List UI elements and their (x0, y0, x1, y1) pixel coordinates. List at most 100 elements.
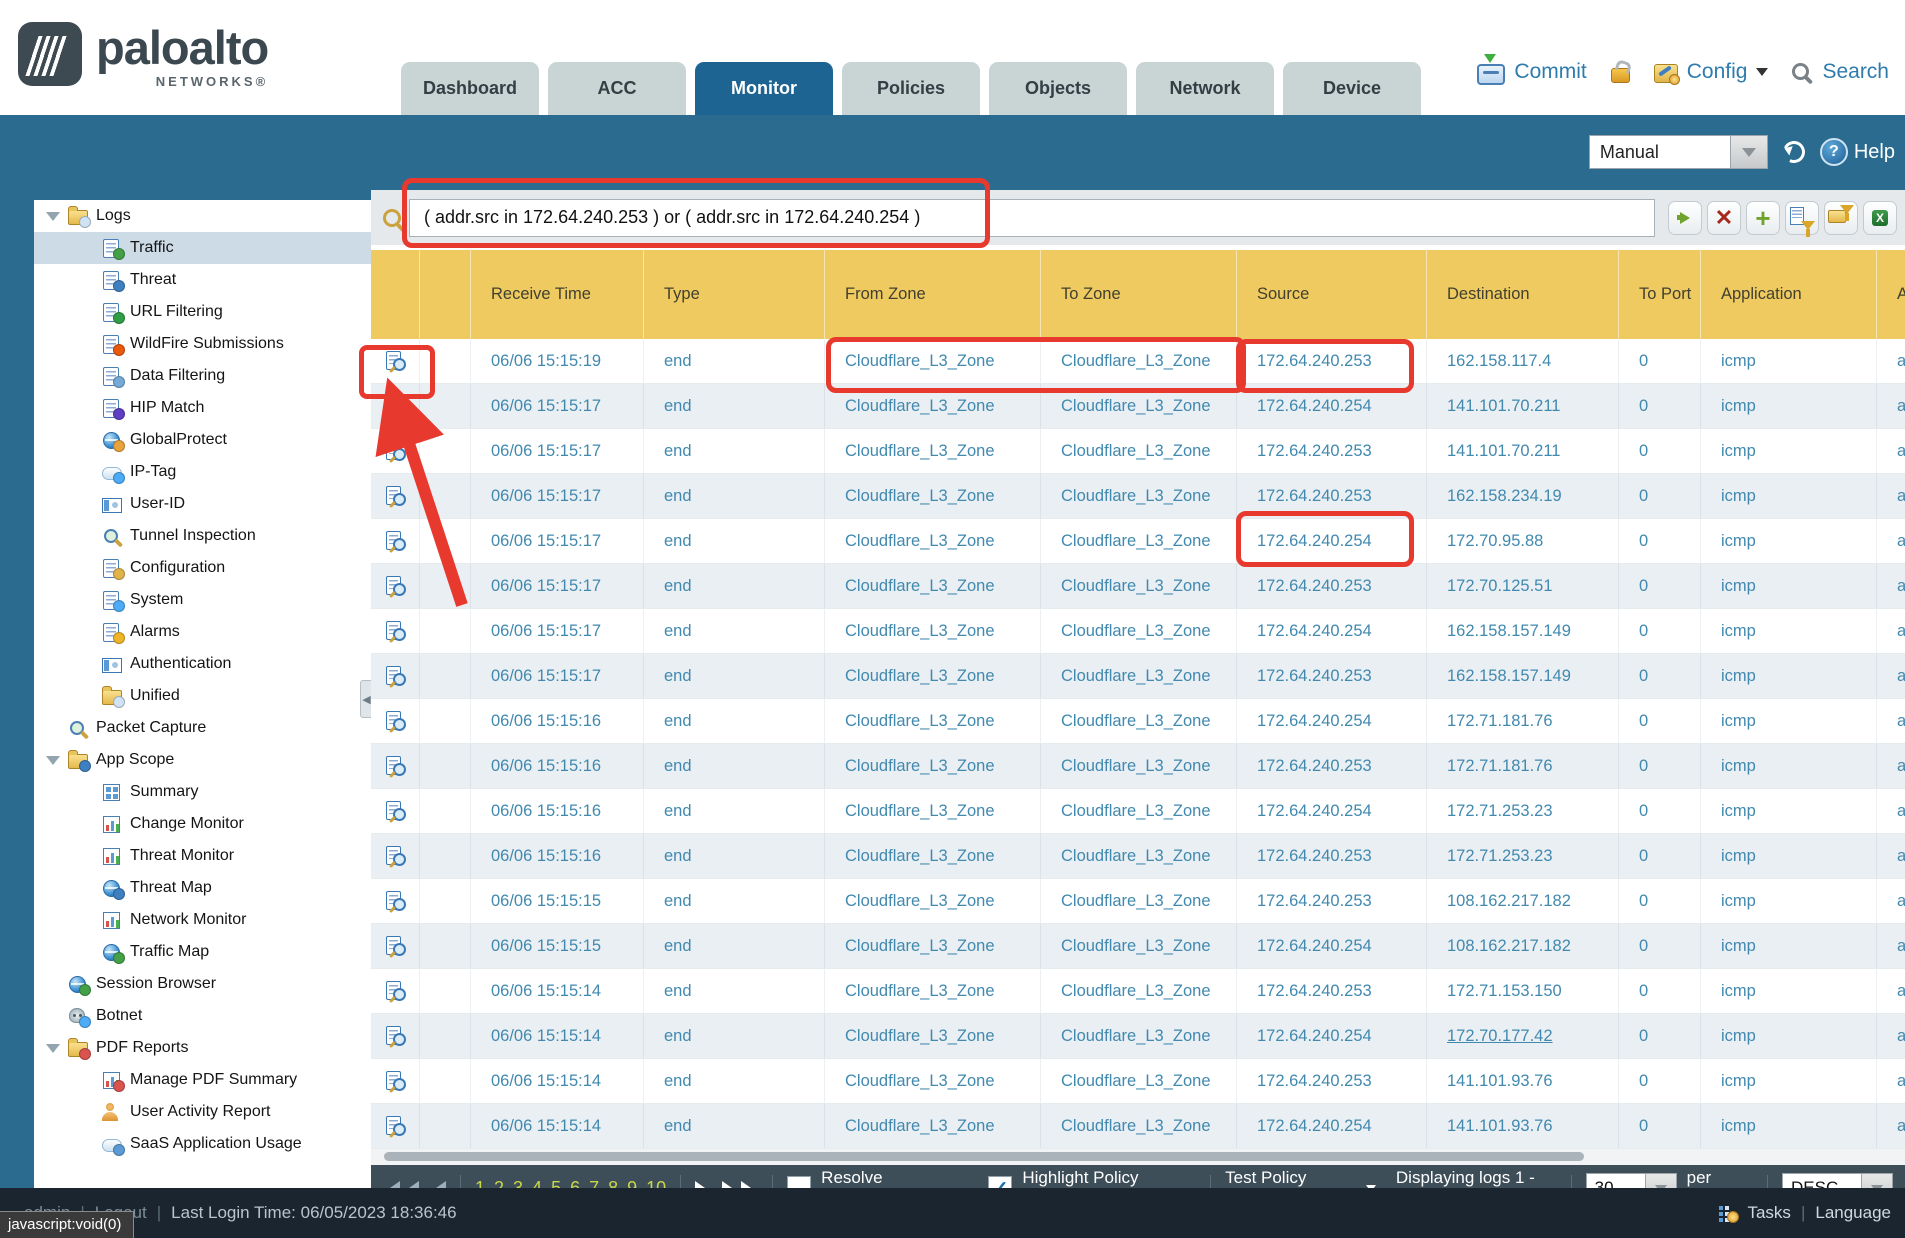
cell-source[interactable]: 172.64.240.253 (1236, 564, 1426, 608)
add-filter-button[interactable]: + (1746, 201, 1780, 235)
sidebar-item-tunnel-inspection[interactable]: Tunnel Inspection (34, 520, 371, 552)
cell-type[interactable]: end (643, 1104, 824, 1148)
cell-type[interactable]: end (643, 879, 824, 923)
sidebar-item-botnet[interactable]: Botnet (34, 1000, 371, 1032)
cell-type[interactable]: end (643, 969, 824, 1013)
cell-source[interactable]: 172.64.240.253 (1236, 474, 1426, 518)
cell-application[interactable]: icmp (1700, 834, 1876, 878)
cell-to-zone[interactable]: Cloudflare_L3_Zone (1040, 834, 1236, 878)
help-icon[interactable]: ? (1820, 138, 1848, 166)
cell-destination[interactable]: 141.101.93.76 (1426, 1059, 1618, 1103)
column-header-source[interactable]: Source (1236, 250, 1426, 339)
filter-builder-button[interactable] (1785, 201, 1819, 235)
sidebar-item-packet-capture[interactable]: Packet Capture (34, 712, 371, 744)
cell-receive-time[interactable]: 06/06 15:15:17 (470, 519, 643, 563)
cell-type[interactable]: end (643, 609, 824, 653)
export-csv-button[interactable]: X (1863, 201, 1897, 235)
sidebar-item-data-filtering[interactable]: Data Filtering (34, 360, 371, 392)
tab-network[interactable]: Network (1136, 62, 1274, 115)
sidebar-item-manage-pdf-summary[interactable]: Manage PDF Summary (34, 1064, 371, 1096)
expander-icon[interactable] (46, 756, 60, 765)
sidebar-item-hip-match[interactable]: HIP Match (34, 392, 371, 424)
cell-from-zone[interactable]: Cloudflare_L3_Zone (824, 429, 1040, 473)
clear-filter-button[interactable]: ✕ (1707, 201, 1741, 235)
cell-destination[interactable]: 172.71.153.150 (1426, 969, 1618, 1013)
cell-action[interactable]: allow (1876, 474, 1905, 518)
sidebar-item-configuration[interactable]: Configuration (34, 552, 371, 584)
cell-source[interactable]: 172.64.240.254 (1236, 699, 1426, 743)
cell-to-zone[interactable]: Cloudflare_L3_Zone (1040, 654, 1236, 698)
cell-action[interactable]: allow (1876, 1104, 1905, 1148)
log-detail-button[interactable] (371, 1014, 419, 1058)
cell-application[interactable]: icmp (1700, 339, 1876, 383)
cell-type[interactable]: end (643, 519, 824, 563)
cell-application[interactable]: icmp (1700, 474, 1876, 518)
cell-application[interactable]: icmp (1700, 654, 1876, 698)
cell-to-zone[interactable]: Cloudflare_L3_Zone (1040, 519, 1236, 563)
cell-receive-time[interactable]: 06/06 15:15:16 (470, 699, 643, 743)
cell-destination[interactable]: 172.71.181.76 (1426, 699, 1618, 743)
cell-to-port[interactable]: 0 (1618, 519, 1700, 563)
sidebar-item-summary[interactable]: Summary (34, 776, 371, 808)
sidebar-item-url-filtering[interactable]: URL Filtering (34, 296, 371, 328)
cell-application[interactable]: icmp (1700, 429, 1876, 473)
cell-from-zone[interactable]: Cloudflare_L3_Zone (824, 519, 1040, 563)
column-header-destination[interactable]: Destination (1426, 250, 1618, 339)
sidebar-item-session-browser[interactable]: Session Browser (34, 968, 371, 1000)
search-button[interactable]: Search (1822, 60, 1889, 84)
cell-receive-time[interactable]: 06/06 15:15:15 (470, 924, 643, 968)
log-detail-button[interactable] (371, 1104, 419, 1148)
cell-application[interactable]: icmp (1700, 699, 1876, 743)
column-header-application[interactable]: Application (1700, 250, 1876, 339)
tab-device[interactable]: Device (1283, 62, 1421, 115)
cell-to-zone[interactable]: Cloudflare_L3_Zone (1040, 1104, 1236, 1148)
cell-to-zone[interactable]: Cloudflare_L3_Zone (1040, 744, 1236, 788)
expander-icon[interactable] (46, 212, 60, 221)
cell-to-port[interactable]: 0 (1618, 834, 1700, 878)
cell-source[interactable]: 172.64.240.253 (1236, 969, 1426, 1013)
help-link[interactable]: Help (1854, 141, 1895, 164)
cell-to-port[interactable]: 0 (1618, 1104, 1700, 1148)
sidebar-item-threat[interactable]: Threat (34, 264, 371, 296)
cell-receive-time[interactable]: 06/06 15:15:17 (470, 654, 643, 698)
cell-source[interactable]: 172.64.240.254 (1236, 384, 1426, 428)
horizontal-scrollbar[interactable] (371, 1149, 1905, 1165)
cell-application[interactable]: icmp (1700, 564, 1876, 608)
tab-dashboard[interactable]: Dashboard (401, 62, 539, 115)
cell-to-port[interactable]: 0 (1618, 1014, 1700, 1058)
cell-receive-time[interactable]: 06/06 15:15:14 (470, 969, 643, 1013)
log-detail-button[interactable] (371, 339, 419, 383)
cell-action[interactable]: allow (1876, 924, 1905, 968)
cell-action[interactable]: allow (1876, 744, 1905, 788)
cell-application[interactable]: icmp (1700, 384, 1876, 428)
column-header-action[interactable]: Action (1876, 250, 1905, 339)
log-detail-button[interactable] (371, 609, 419, 653)
log-detail-button[interactable] (371, 474, 419, 518)
column-header-to-port[interactable]: To Port (1618, 250, 1700, 339)
refresh-icon[interactable] (1780, 138, 1808, 166)
cell-destination[interactable]: 108.162.217.182 (1426, 924, 1618, 968)
cell-to-port[interactable]: 0 (1618, 474, 1700, 518)
cell-to-port[interactable]: 0 (1618, 924, 1700, 968)
tasks-button[interactable]: Tasks (1747, 1203, 1790, 1223)
load-filter-button[interactable] (1824, 201, 1858, 235)
cell-action[interactable]: allow (1876, 1059, 1905, 1103)
column-header-receive-time[interactable]: Receive Time (470, 250, 643, 339)
cell-destination[interactable]: 162.158.234.19 (1426, 474, 1618, 518)
cell-from-zone[interactable]: Cloudflare_L3_Zone (824, 1104, 1040, 1148)
cell-to-port[interactable]: 0 (1618, 789, 1700, 833)
expander-icon[interactable] (46, 1044, 60, 1053)
log-detail-button[interactable] (371, 879, 419, 923)
cell-receive-time[interactable]: 06/06 15:15:17 (470, 609, 643, 653)
log-detail-button[interactable] (371, 519, 419, 563)
sidebar-item-authentication[interactable]: Authentication (34, 648, 371, 680)
cell-receive-time[interactable]: 06/06 15:15:16 (470, 744, 643, 788)
lock-icon[interactable] (1611, 68, 1630, 83)
cell-from-zone[interactable]: Cloudflare_L3_Zone (824, 1059, 1040, 1103)
cell-receive-time[interactable]: 06/06 15:15:16 (470, 789, 643, 833)
tab-acc[interactable]: ACC (548, 62, 686, 115)
cell-to-zone[interactable]: Cloudflare_L3_Zone (1040, 1014, 1236, 1058)
cell-type[interactable]: end (643, 429, 824, 473)
cell-to-zone[interactable]: Cloudflare_L3_Zone (1040, 609, 1236, 653)
cell-to-port[interactable]: 0 (1618, 564, 1700, 608)
